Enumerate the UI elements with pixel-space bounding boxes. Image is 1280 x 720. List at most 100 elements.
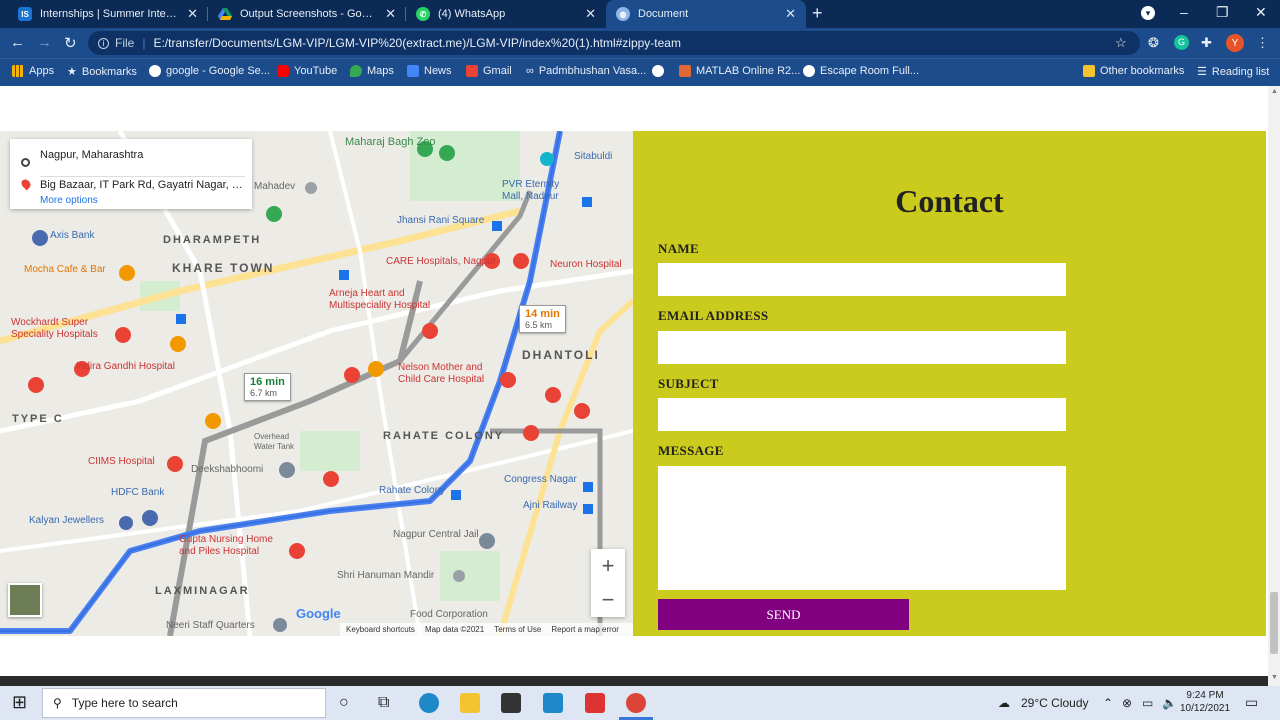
grammarly-icon[interactable]: G [1174, 35, 1189, 50]
other-bookmarks[interactable]: Other bookmarks [1083, 65, 1184, 77]
maps-icon [350, 65, 362, 77]
windows-start-icon[interactable]: ⊞ [12, 692, 27, 713]
edge-icon[interactable] [419, 693, 439, 713]
youtube-icon [277, 65, 289, 77]
system-clock[interactable]: 9:24 PM 10/12/2021 [1180, 689, 1230, 715]
origin-text: Nagpur, Maharashtra [40, 149, 144, 161]
globe-icon: ◍ [616, 7, 630, 21]
bookmark-news[interactable]: News [407, 65, 452, 77]
whatsapp-icon: ✆ [416, 7, 430, 21]
report-error-link[interactable]: Report a map error [551, 625, 619, 634]
tab-output-screenshots[interactable]: Output Screenshots - Google Dri ✕ [208, 0, 406, 28]
bookmark-globe[interactable] [652, 65, 664, 77]
bookmark-gmail[interactable]: Gmail [466, 65, 512, 77]
weather-text[interactable]: 29°C Cloudy [1021, 696, 1089, 710]
bookmark-star-icon[interactable]: ☆ [1115, 35, 1127, 51]
info-icon[interactable]: i [98, 37, 109, 49]
bookmark-google[interactable]: google - Google Se... [149, 65, 270, 77]
satellite-toggle[interactable] [8, 583, 42, 617]
close-tab-icon[interactable]: ✕ [385, 6, 396, 22]
maximize-icon[interactable]: ❐ [1216, 4, 1229, 21]
forward-icon[interactable]: → [37, 34, 52, 51]
map-label-khare-town: KHARE TOWN [172, 261, 275, 275]
message-field[interactable] [658, 466, 1066, 590]
close-tab-icon[interactable]: ✕ [187, 6, 198, 22]
menu-icon[interactable]: ⋮ [1256, 35, 1269, 51]
close-window-icon[interactable]: ✕ [1255, 4, 1267, 21]
map-label-hanuman: Shri Hanuman Mandir [337, 570, 435, 581]
map-attribution: Keyboard shortcuts Map data ©2021 Terms … [340, 623, 633, 636]
close-tab-icon[interactable]: ✕ [585, 6, 596, 22]
map-embed[interactable]: Maharaj Bagh Zoo PVR Eternity Mall, Nadp… [0, 131, 633, 636]
apps-grid-icon [12, 65, 24, 77]
email-label: EMAIL ADDRESS [658, 308, 769, 323]
close-tab-icon[interactable]: ✕ [785, 6, 796, 22]
new-tab-button[interactable]: + [812, 3, 823, 24]
volume-icon[interactable]: 🔈 [1162, 696, 1177, 710]
terms-link[interactable]: Terms of Use [494, 625, 541, 634]
bookmark-apps[interactable]: Apps [12, 65, 54, 77]
scroll-thumb[interactable] [1270, 592, 1278, 654]
bookmark-escape-room[interactable]: Escape Room Full... [803, 65, 919, 77]
email-field[interactable] [658, 331, 1066, 364]
chrome-icon[interactable] [626, 693, 646, 713]
back-icon[interactable]: ← [10, 34, 25, 51]
name-field[interactable] [658, 263, 1066, 296]
page-scrollbar[interactable]: ▲ ▼ [1268, 86, 1280, 686]
keyboard-shortcuts-link[interactable]: Keyboard shortcuts [346, 625, 415, 634]
subject-field[interactable] [658, 398, 1066, 431]
store-icon[interactable] [501, 693, 521, 713]
map-label-neuron: Neuron Hospital [550, 259, 622, 270]
folder-icon [1083, 65, 1095, 77]
bookmark-bookmarks[interactable]: ★ Bookmarks [67, 65, 137, 79]
tab-strip: IS Internships | Summer Internship ✕ Out… [0, 0, 1280, 28]
bookmark-maps[interactable]: Maps [350, 65, 394, 77]
taskbar-search[interactable]: ⚲ Type here to search [42, 688, 326, 718]
tray-chevron-icon[interactable]: ⌃ [1103, 696, 1113, 710]
scroll-up-icon[interactable]: ▲ [1271, 88, 1278, 95]
battery-icon[interactable]: ▭ [1142, 696, 1153, 710]
bookmark-padmbhushan[interactable]: ∞ Padmbhushan Vasa... [526, 65, 646, 77]
globe-icon [652, 65, 664, 77]
scroll-down-icon[interactable]: ▼ [1271, 674, 1278, 681]
contact-heading: Contact [895, 183, 1004, 219]
weather-icon[interactable]: ☁ [998, 696, 1010, 710]
directions-card[interactable]: Nagpur, Maharashtra Big Bazaar, IT Park … [10, 139, 252, 209]
network-icon[interactable]: ⊗ [1122, 696, 1132, 710]
bookmark-matlab[interactable]: MATLAB Online R2... [679, 65, 800, 77]
cortana-icon[interactable]: ○ [339, 694, 349, 712]
send-button[interactable]: SEND [658, 599, 909, 630]
bookmark-youtube[interactable]: YouTube [277, 65, 337, 77]
reload-icon[interactable]: ↻ [64, 34, 77, 52]
puzzle-icon[interactable]: ✚ [1201, 35, 1212, 51]
map-label-rahate-colony: RAHATE COLONY [383, 430, 505, 442]
tab-document[interactable]: ◍ Document ✕ [606, 0, 806, 28]
route-eta-alternate[interactable]: 16 min 6.7 km [244, 373, 291, 401]
address-bar[interactable]: i File | E:/transfer/Documents/LGM-VIP/L… [88, 31, 1140, 55]
more-options-link[interactable]: More options [40, 195, 98, 206]
tab-search-icon[interactable]: ▾ [1141, 6, 1155, 20]
extension-icon[interactable]: ❂ [1148, 35, 1159, 51]
page-viewport: Maharaj Bagh Zoo PVR Eternity Mall, Nadp… [0, 86, 1268, 686]
map-label-ajni: Ajni Railway [523, 500, 578, 511]
route-eta-selected[interactable]: 14 min 6.5 km [519, 305, 566, 333]
map-label-congress: Congress Nagar [504, 474, 577, 485]
clock-date: 10/12/2021 [1180, 703, 1231, 714]
tab-whatsapp[interactable]: ✆ (4) WhatsApp ✕ [406, 0, 606, 28]
gift-icon[interactable] [585, 693, 605, 713]
map-label-food-corp: Food Corporation [410, 609, 488, 620]
zoom-out-button[interactable]: − [591, 583, 625, 617]
search-placeholder: Type here to search [71, 696, 178, 710]
zoom-in-button[interactable]: + [591, 549, 625, 583]
task-view-icon[interactable]: ⧉ [378, 694, 389, 712]
footer-band [0, 676, 1268, 686]
notifications-icon[interactable]: ▭ [1245, 694, 1258, 711]
minimize-icon[interactable]: – [1180, 4, 1188, 20]
reading-list[interactable]: ☰ Reading list [1197, 65, 1269, 79]
file-explorer-icon[interactable] [460, 693, 480, 713]
mail-icon[interactable] [543, 693, 563, 713]
map-data-text: Map data ©2021 [424, 625, 485, 634]
profile-avatar[interactable]: Y [1226, 34, 1244, 52]
tab-internships[interactable]: IS Internships | Summer Internship ✕ [8, 0, 208, 28]
map-label-ciims: CIIMS Hospital [88, 456, 155, 467]
